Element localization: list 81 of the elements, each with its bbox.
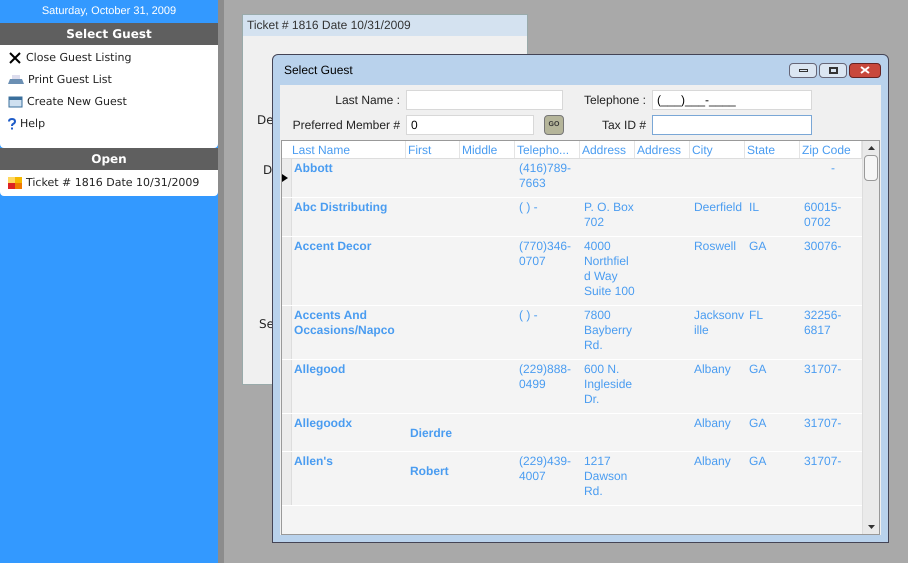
table-cell: 30076- xyxy=(804,239,842,253)
table-cell: (416)789-7663 xyxy=(519,161,572,190)
table-cell: - xyxy=(831,161,835,175)
table-cell: 31707- xyxy=(804,416,842,430)
table-cell: Allegoodx xyxy=(294,416,352,430)
table-cell: Allen's xyxy=(294,454,333,468)
column-header[interactable]: First xyxy=(406,141,460,158)
printer-icon xyxy=(8,74,24,86)
table-cell: ( ) - xyxy=(519,308,538,322)
sidebar-item[interactable]: Help xyxy=(0,113,218,135)
column-header[interactable]: State xyxy=(745,141,800,158)
table-cell: Albany xyxy=(694,416,731,430)
current-row-icon xyxy=(282,174,288,182)
table-cell: Accents And Occasions/Napco xyxy=(294,308,395,337)
table-cell: P. O. Box 702 xyxy=(584,200,634,229)
table-cell: Robert xyxy=(410,464,449,478)
table-cell: Roswell xyxy=(694,239,736,253)
close-icon xyxy=(860,66,870,74)
table-cell: (229)888-0499 xyxy=(519,362,572,391)
table-cell: ( ) - xyxy=(519,200,538,214)
minimize-button[interactable] xyxy=(789,62,817,78)
date-label: Saturday, October 31, 2009 xyxy=(40,4,178,19)
column-header[interactable]: Middle xyxy=(460,141,515,158)
telephone-field[interactable]: (___)___-____ xyxy=(652,90,812,110)
table-cell: Jacksonville xyxy=(694,308,744,337)
table-cell: 7800 Bayberry Rd. xyxy=(584,308,632,352)
table-cell: IL xyxy=(749,200,760,214)
column-header[interactable]: Address xyxy=(635,141,690,158)
table-cell: Deerfield xyxy=(694,200,742,214)
tax-id-field[interactable] xyxy=(652,115,812,135)
sidebar-item[interactable]: Print Guest List xyxy=(0,69,218,91)
table-cell: Dierdre xyxy=(410,426,452,440)
table-cell: 60015-0702 xyxy=(804,200,842,229)
table-cell: Abbott xyxy=(294,161,333,175)
window-title: Ticket # 1816 Date 10/31/2009 xyxy=(243,15,527,36)
scrollbar[interactable] xyxy=(862,141,879,534)
table-cell: GA xyxy=(749,416,766,430)
column-header[interactable]: Address xyxy=(580,141,635,158)
table-cell: (229)439-4007 xyxy=(519,454,572,483)
table-cell: Abc Distributing xyxy=(294,200,388,214)
column-header[interactable]: Last Name xyxy=(290,141,406,158)
table-cell: GA xyxy=(749,239,766,253)
table-cell: 31707- xyxy=(804,454,842,468)
table-cell: 4000 Northfield Way Suite 100 xyxy=(584,239,635,298)
member-label: Preferred Member # xyxy=(292,117,400,134)
table-cell: 1217 Dawson Rd. xyxy=(584,454,628,498)
table-cell: Allegood xyxy=(294,362,346,376)
scroll-down-icon xyxy=(868,525,874,529)
table-cell: (770)346-0707 xyxy=(519,239,572,268)
maximize-button[interactable] xyxy=(819,62,847,78)
section-header: Open xyxy=(0,148,218,170)
scroll-up-icon xyxy=(868,146,874,150)
table-cell: Accent Decor xyxy=(294,239,372,253)
table-cell: Albany xyxy=(694,454,731,468)
tax-id-label: Tax ID # xyxy=(600,117,646,134)
member-field[interactable]: 0 xyxy=(406,115,534,135)
dialog-title: Select Guest xyxy=(283,62,353,79)
table-cell: Albany xyxy=(694,362,731,376)
column-header[interactable]: City xyxy=(690,141,745,158)
section-header: Select Guest xyxy=(0,23,218,45)
table-cell: 32256-6817 xyxy=(804,308,842,337)
last-name-field[interactable] xyxy=(406,90,563,110)
row-header[interactable] xyxy=(282,159,292,197)
table-cell: GA xyxy=(749,454,766,468)
close-button[interactable] xyxy=(849,62,881,78)
table-cell: 31707- xyxy=(804,362,842,376)
table-cell: GA xyxy=(749,362,766,376)
close-icon xyxy=(8,51,22,65)
table-cell: 600 N. Ingleside Dr. xyxy=(584,362,632,406)
table-cell: FL xyxy=(749,308,764,322)
sidebar-item[interactable]: Create New Guest xyxy=(0,91,218,113)
window-icon xyxy=(8,96,23,108)
telephone-label: Telephone : xyxy=(582,92,646,109)
last-name-label: Last Name : xyxy=(334,92,400,109)
tiles-icon xyxy=(8,177,22,189)
sidebar-item[interactable]: Ticket # 1816 Date 10/31/2009 xyxy=(0,172,218,194)
sidebar-item[interactable]: Close Guest Listing xyxy=(0,47,218,69)
field-label: D xyxy=(263,162,272,179)
column-header[interactable]: Telepho... xyxy=(515,141,580,158)
scroll-thumb[interactable] xyxy=(864,155,878,181)
question-mark-icon xyxy=(8,118,16,130)
